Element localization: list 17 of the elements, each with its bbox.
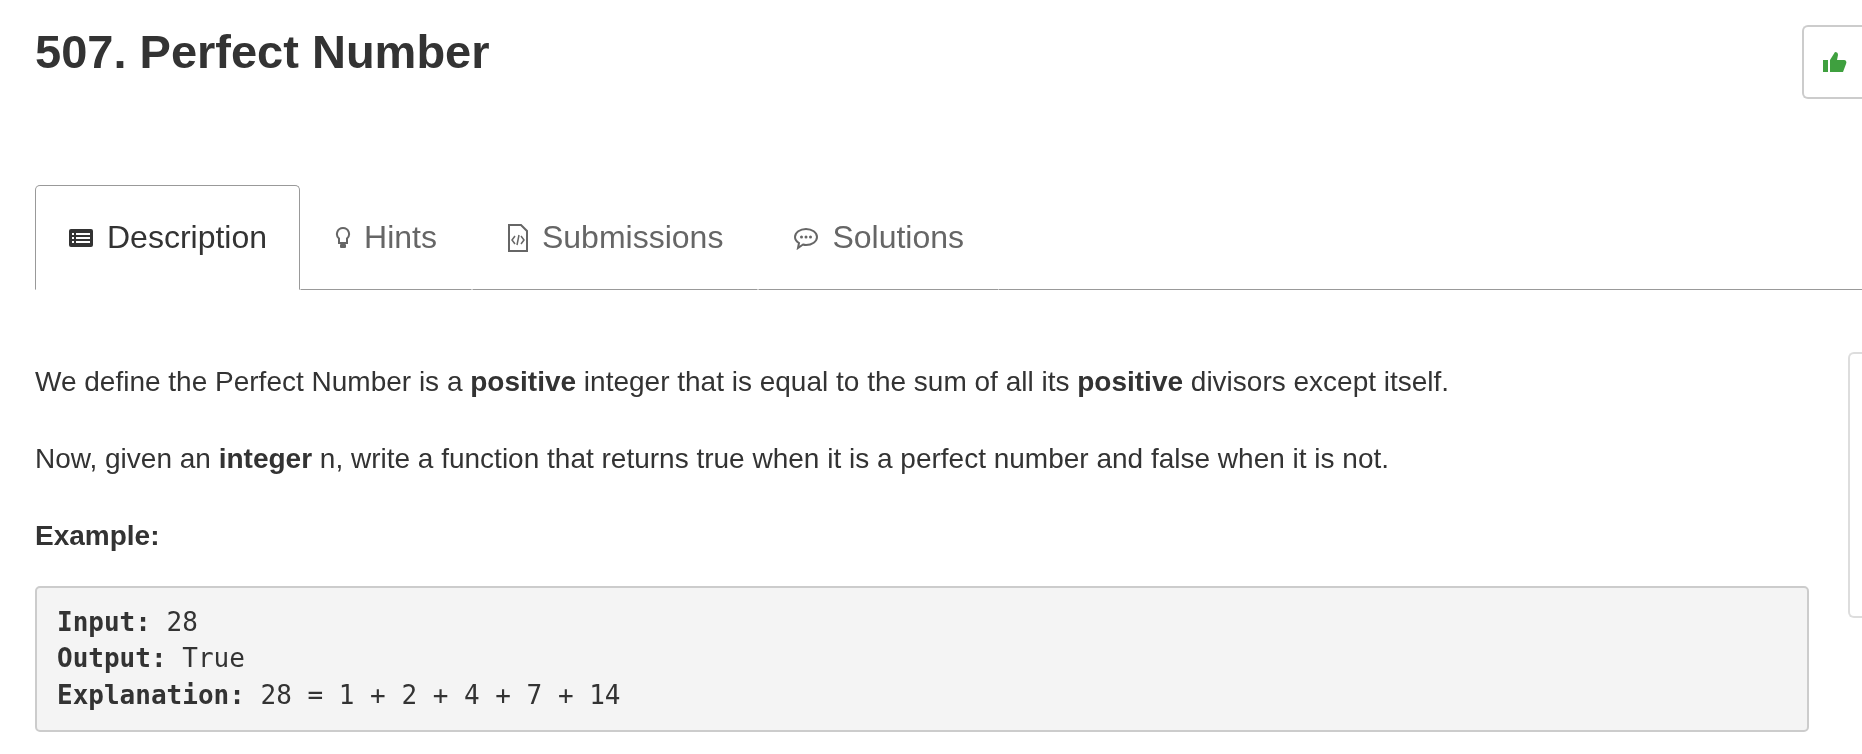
- tab[interactable]: Hints: [300, 185, 472, 290]
- code-file-icon: [506, 223, 529, 252]
- tab[interactable]: Description: [35, 185, 301, 290]
- speech-bubble-icon: [793, 225, 820, 250]
- tab[interactable]: Submissions: [471, 185, 759, 290]
- code-line: Output: True: [57, 642, 246, 676]
- thumbs-up-icon: [1822, 50, 1848, 74]
- description-paragraph: Now, given an integer n, write a function that returns true when it is a perfect number and false when it is not.: [35, 442, 1391, 477]
- list-icon: [68, 227, 94, 248]
- lightbulb-icon: [335, 225, 352, 250]
- example-heading: Example:: [35, 519, 161, 554]
- code-line: Input: 28: [57, 605, 199, 639]
- like-button[interactable]: [1802, 25, 1862, 99]
- tab[interactable]: Solutions: [758, 185, 999, 290]
- description-paragraph: We define the Perfect Number is a positive integer that is equal to the sum of all its positive divisors except itself.: [35, 365, 1451, 399]
- problem-title: 507. Perfect Number: [35, 24, 490, 79]
- code-line: Explanation: 28 = 1 + 2 + 4 + 7 + 14: [57, 679, 622, 713]
